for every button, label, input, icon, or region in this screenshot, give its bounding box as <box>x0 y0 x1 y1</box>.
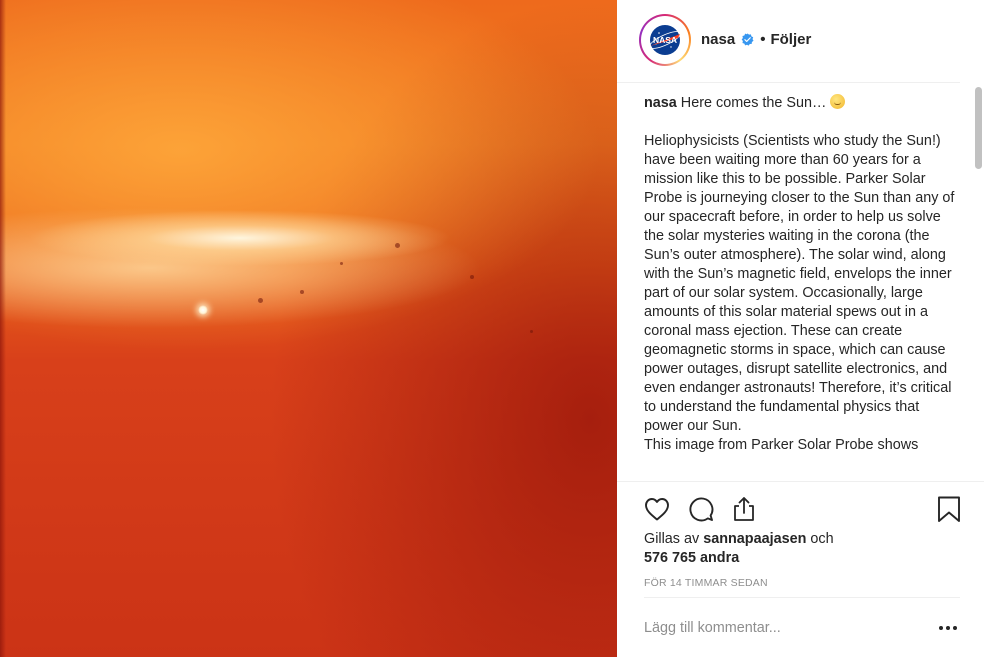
image-speck <box>395 243 400 248</box>
likes-count-link[interactable]: 576 765 andra <box>644 550 739 566</box>
header-separator: • <box>760 31 766 48</box>
caption-body: Heliophysicists (Scientists who study th… <box>644 133 955 453</box>
image-speck <box>530 330 533 333</box>
post-timestamp[interactable]: FÖR 14 TIMMAR SEDAN <box>644 577 768 589</box>
likes-summary: Gillas av sannapaajasen och 576 765 andr… <box>644 530 834 568</box>
likes-user-link[interactable]: sannapaajasen <box>703 531 806 547</box>
image-speck <box>470 275 474 279</box>
header-user-row: nasa • Följer <box>701 31 811 48</box>
story-ring[interactable]: NASA <box>639 14 691 66</box>
nasa-logo-text: NASA <box>653 35 677 45</box>
avatar[interactable]: NASA <box>644 19 686 61</box>
comment-icon[interactable] <box>687 495 715 523</box>
share-icon[interactable] <box>730 495 758 523</box>
nasa-logo-icon: NASA <box>649 25 681 55</box>
caption-scrollbar[interactable] <box>973 84 984 482</box>
post-header: NASA nasa • Följer <box>617 0 960 83</box>
header-username[interactable]: nasa <box>701 31 735 48</box>
comment-bar <box>644 597 960 657</box>
caption-first-line: Here comes the Sun… <box>676 95 827 111</box>
image-speck <box>340 262 343 265</box>
smiling-sun-emoji-icon <box>830 94 846 109</box>
follow-status-button[interactable]: Följer <box>770 31 811 48</box>
more-options-icon[interactable] <box>938 625 958 631</box>
caption-scroll-area[interactable]: nasa Here comes the Sun… Heliophysicists… <box>644 84 960 481</box>
post-side-panel: NASA nasa • Följer nasa Here comes the S… <box>617 0 984 657</box>
post-image[interactable] <box>0 0 617 657</box>
image-speck <box>300 290 304 294</box>
comment-input[interactable] <box>644 616 914 640</box>
planet-highlight <box>198 305 208 315</box>
verified-badge-icon <box>741 33 754 46</box>
image-edge-shadow <box>0 0 6 657</box>
bookmark-icon[interactable] <box>935 495 963 523</box>
action-bar <box>617 481 984 533</box>
likes-middle: och <box>806 531 834 547</box>
caption-username[interactable]: nasa <box>644 95 677 111</box>
likes-prefix: Gillas av <box>644 531 704 547</box>
heart-icon[interactable] <box>643 495 671 523</box>
scrollbar-thumb[interactable] <box>975 87 982 169</box>
caption: nasa Here comes the Sun… Heliophysicists… <box>644 84 960 455</box>
image-speck <box>258 298 263 303</box>
